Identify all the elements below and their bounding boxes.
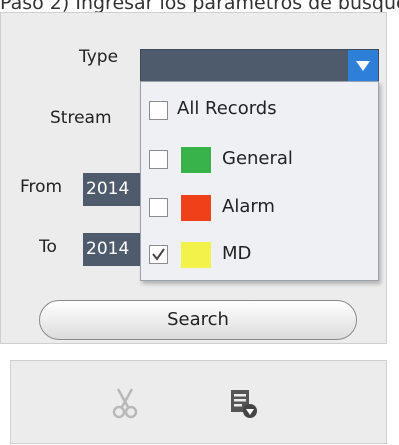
menu-item-md[interactable]: MD [141,231,378,279]
all-records-label: All Records [177,98,277,119]
action-toolbar [10,360,387,444]
search-button[interactable]: Search [39,300,357,340]
all-records-checkbox[interactable] [149,101,168,120]
alarm-checkbox[interactable] [149,198,168,217]
chevron-down-icon [356,60,370,71]
to-date-field[interactable]: 2014 [83,233,143,266]
menu-item-alarm[interactable]: Alarm [141,184,378,232]
general-label: General [222,148,293,169]
general-checkbox[interactable] [149,150,168,169]
menu-item-general[interactable]: General [141,136,378,184]
general-color-swatch [181,147,211,173]
dropdown-button[interactable] [348,50,378,81]
type-select[interactable] [140,49,379,82]
stream-label: Stream [50,108,112,128]
md-color-swatch [181,242,211,268]
from-label: From [20,177,63,197]
scissors-icon [112,388,138,419]
checkmark-icon [152,248,165,261]
alarm-label: Alarm [222,196,275,217]
export-list-icon [231,390,257,418]
search-panel: Type Stream From 2014 To 2014 Search All… [0,12,387,344]
type-dropdown-menu: All Records General Alarm MD [140,81,379,281]
md-checkbox[interactable] [149,245,168,264]
export-button[interactable] [225,385,261,421]
alarm-color-swatch [181,195,211,221]
clip-button[interactable] [107,385,143,421]
md-label: MD [222,243,252,264]
type-label: Type [79,47,119,67]
to-label: To [39,237,57,257]
from-date-field[interactable]: 2014 [83,173,143,206]
document-heading: Paso 2) Ingresar los parámetros de búsqu… [0,0,399,12]
menu-item-all-records[interactable]: All Records [141,87,378,135]
